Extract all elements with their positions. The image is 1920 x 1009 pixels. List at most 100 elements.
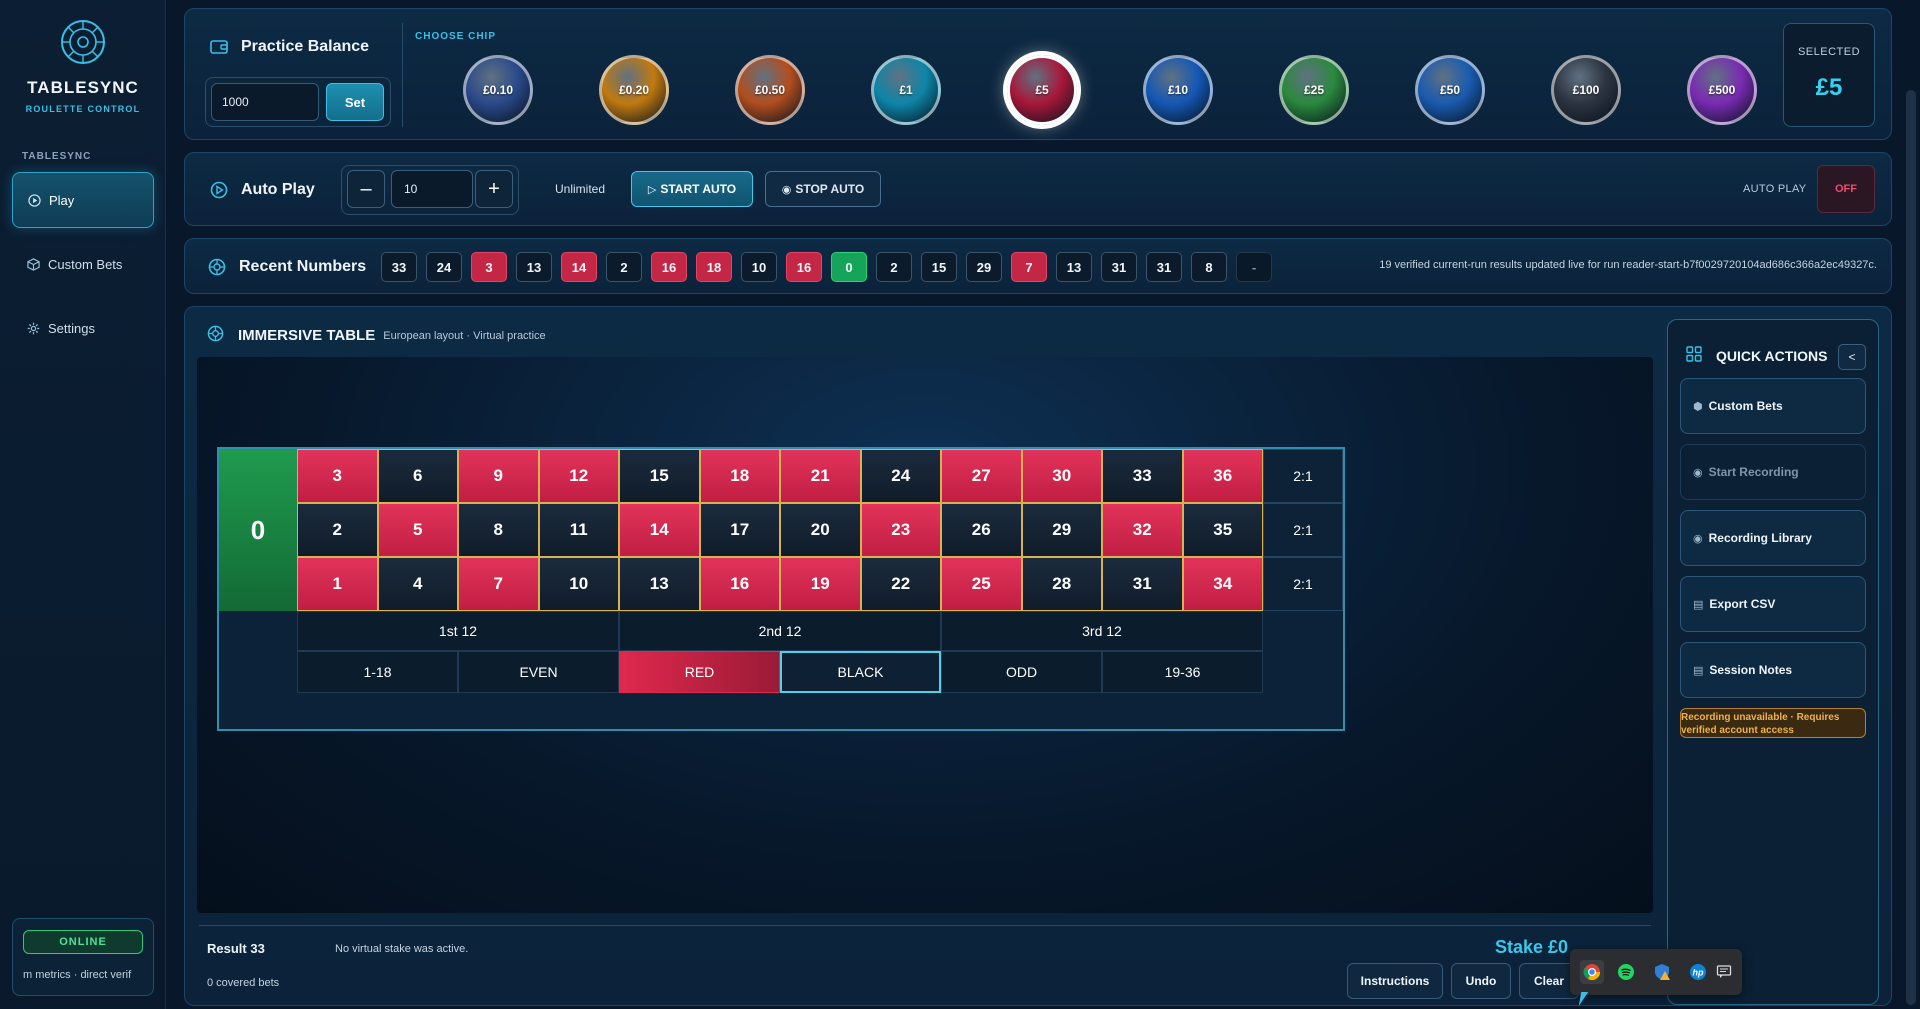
number-cell[interactable]: 2 [297,503,378,557]
number-cell[interactable]: 34 [1182,557,1263,611]
qa-export-csv-button[interactable]: ▤ Export CSV [1680,576,1866,632]
number-cell[interactable]: 36 [1182,449,1263,503]
chip-button[interactable]: £25 [1279,55,1349,125]
chip-button[interactable]: £50 [1415,55,1485,125]
number-cell[interactable]: 26 [941,503,1022,557]
play-icon: ▷ [647,183,657,196]
chip-button[interactable]: £0.50 [735,55,805,125]
qa-start-recording-button[interactable]: ◉ Start Recording [1680,444,1866,500]
dozen-bet-cell[interactable]: 3rd 12 [941,611,1263,651]
number-cell[interactable]: 6 [377,449,458,503]
sidebar-item-play[interactable]: Play [12,172,154,228]
roulette-board: 0 3 6 9 12 15 18 21 24 27 30 33 36 2:1 2 5 8 11 14 17 20 23 26… [217,447,1345,731]
chip-button[interactable]: £5 [1007,55,1077,125]
chip-button[interactable]: £100 [1551,55,1621,125]
outside-bet-black[interactable]: BLACK [780,651,941,693]
recent-number: 13 [1056,252,1092,282]
number-cell[interactable]: 14 [619,503,700,557]
number-cell[interactable]: 10 [538,557,619,611]
number-cell[interactable]: 30 [1021,449,1102,503]
number-cell[interactable]: 33 [1102,449,1183,503]
column-bet-cell[interactable]: 2:1 [1263,449,1343,503]
dozen-bet-cell[interactable]: 2nd 12 [619,611,941,651]
chip-button[interactable]: £1 [871,55,941,125]
qa-session-notes-button[interactable]: ▤ Session Notes [1680,642,1866,698]
number-cell[interactable]: 21 [780,449,861,503]
sidebar-item-settings[interactable]: Settings [12,300,154,356]
decrement-button[interactable]: – [347,170,385,208]
number-cell[interactable]: 23 [860,503,941,557]
unlimited-label[interactable]: Unlimited [555,182,605,196]
undo-button[interactable]: Undo [1451,963,1511,999]
number-cell[interactable]: 15 [619,449,700,503]
number-cell[interactable]: 19 [780,557,861,611]
play-circle-icon [209,180,229,200]
brand-block: TABLESYNC ROULETTE CONTROL [0,18,166,114]
outside-bet-19-36[interactable]: 19-36 [1102,651,1263,693]
number-cell[interactable]: 20 [780,503,861,557]
chat-icon[interactable] [1712,960,1736,984]
record-icon: ◉ [1693,466,1703,479]
table-subtitle: European layout · Virtual practice [383,329,546,342]
document-icon: ▤ [1693,664,1704,677]
divider [402,23,403,127]
number-cell[interactable]: 11 [538,503,619,557]
number-cell[interactable]: 28 [1021,557,1102,611]
set-balance-button[interactable]: Set [326,83,384,121]
start-auto-label: START AUTO [660,182,737,196]
chrome-icon[interactable] [1580,960,1604,984]
number-cell[interactable]: 22 [860,557,941,611]
outside-bet-even[interactable]: EVEN [458,651,619,693]
column-bet-cell[interactable]: 2:1 [1263,557,1343,611]
chip-button[interactable]: £0.10 [463,55,533,125]
outside-bet-odd[interactable]: ODD [941,651,1102,693]
number-cell[interactable]: 32 [1102,503,1183,557]
brand-title: TABLESYNC [27,78,139,97]
vpn-shield-icon[interactable] [1650,960,1674,984]
outside-bet-1-18[interactable]: 1-18 [297,651,458,693]
number-cell[interactable]: 8 [458,503,539,557]
number-cell[interactable]: 25 [941,557,1022,611]
instructions-button[interactable]: Instructions [1347,963,1443,999]
number-cell[interactable]: 31 [1102,557,1183,611]
qa-recording-library-button[interactable]: ◉ Recording Library [1680,510,1866,566]
number-cell[interactable]: 5 [377,503,458,557]
number-cell[interactable]: 3 [297,449,378,503]
hp-icon[interactable]: hp [1686,960,1710,984]
chip-button[interactable]: £0.20 [599,55,669,125]
increment-button[interactable]: + [475,170,513,208]
start-auto-button[interactable]: ▷ START AUTO [631,171,753,207]
qa-custom-bets-button[interactable]: ⬢ Custom Bets [1680,378,1866,434]
number-cell[interactable]: 1 [297,557,378,611]
roulette-wheel-icon [61,20,105,64]
autoplay-toggle[interactable]: OFF [1817,165,1875,213]
number-cell[interactable]: 4 [377,557,458,611]
spotify-icon[interactable] [1614,960,1638,984]
dozen-bet-cell[interactable]: 1st 12 [297,611,619,651]
recent-number: 14 [561,252,597,282]
number-cell[interactable]: 18 [699,449,780,503]
zero-cell[interactable]: 0 [219,449,297,611]
number-cell[interactable]: 29 [1021,503,1102,557]
number-cell[interactable]: 7 [458,557,539,611]
recent-number: 16 [651,252,687,282]
chip-button[interactable]: £10 [1143,55,1213,125]
recording-warning: Recording unavailable · Requires verifie… [1680,708,1866,738]
number-cell[interactable]: 16 [699,557,780,611]
column-bet-cell[interactable]: 2:1 [1263,503,1343,557]
number-cell[interactable]: 9 [458,449,539,503]
outside-bet-red[interactable]: RED [619,651,780,693]
collapse-button[interactable]: < [1838,344,1866,370]
stop-auto-button[interactable]: ◉ STOP AUTO [765,171,881,207]
spin-count-input[interactable] [391,170,473,208]
sidebar-item-custom-bets[interactable]: Custom Bets [12,236,154,292]
chip-button[interactable]: £500 [1687,55,1757,125]
number-cell[interactable]: 27 [941,449,1022,503]
balance-input[interactable] [211,83,319,121]
number-cell[interactable]: 13 [619,557,700,611]
number-cell[interactable]: 24 [860,449,941,503]
page-scrollbar[interactable] [1906,90,1916,1005]
number-cell[interactable]: 12 [538,449,619,503]
number-cell[interactable]: 17 [699,503,780,557]
number-cell[interactable]: 35 [1182,503,1263,557]
